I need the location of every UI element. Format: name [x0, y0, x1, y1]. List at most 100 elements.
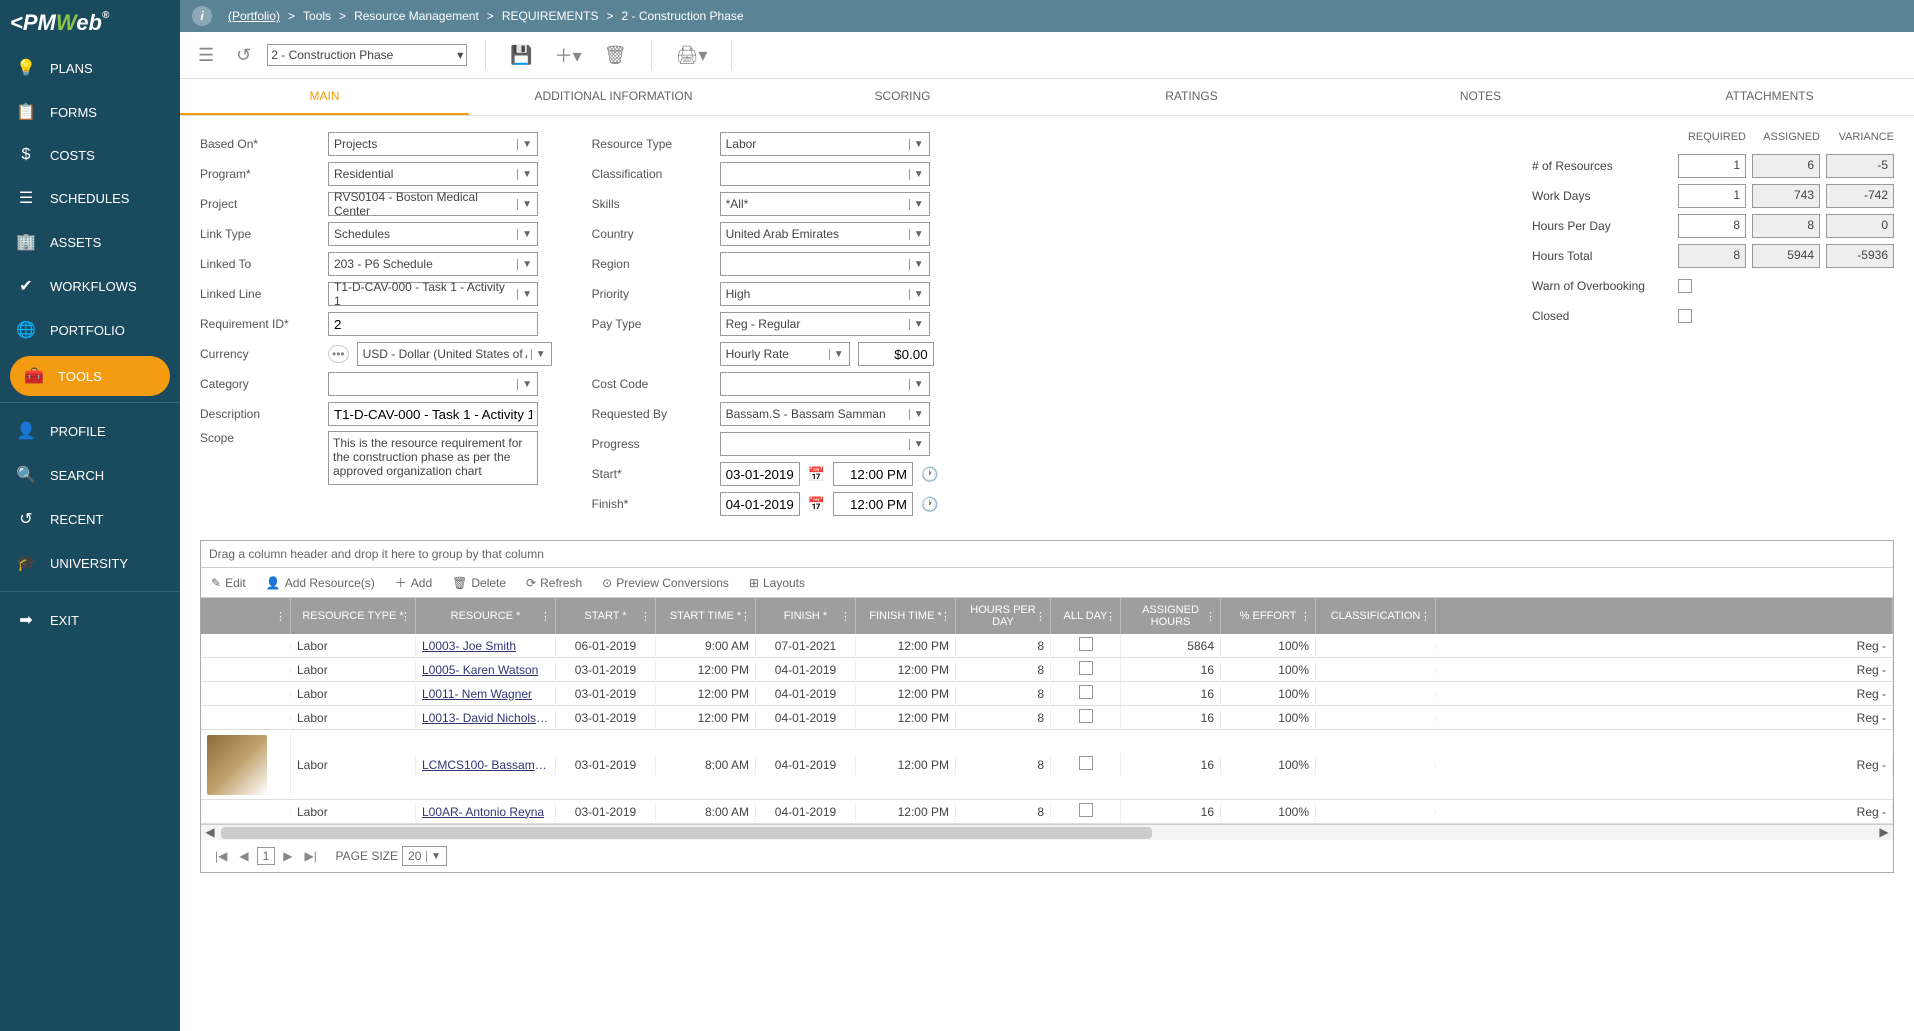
allday-checkbox[interactable] — [1079, 637, 1093, 651]
cell-resource-link[interactable]: L0005- Karen Watson — [416, 660, 556, 680]
project-select[interactable]: RVS0104 - Boston Medical Center▼ — [328, 192, 538, 216]
nav-tools[interactable]: 🧰TOOLS — [10, 356, 170, 396]
col-all-day[interactable]: ALL DAY⋮ — [1051, 598, 1121, 634]
nav-profile[interactable]: 👤PROFILE — [0, 409, 180, 453]
finish-date-input[interactable] — [720, 492, 800, 516]
calendar-icon[interactable]: 📅 — [808, 466, 825, 483]
col-finish[interactable]: FINISH *⋮ — [756, 598, 856, 634]
pager-prev[interactable]: ◀ — [235, 849, 252, 863]
nav-forms[interactable]: 📋FORMS — [0, 90, 180, 134]
col-resource-type[interactable]: RESOURCE TYPE *⋮ — [291, 598, 416, 634]
cell-resource-link[interactable]: L00AR- Antonio Reyna — [416, 802, 556, 822]
cell-resource-link[interactable]: L0003- Joe Smith — [416, 636, 556, 656]
resources-required[interactable]: 1 — [1678, 154, 1746, 178]
breadcrumb-resource-mgmt[interactable]: Resource Management — [354, 9, 479, 23]
skills-select[interactable]: *All*▼ — [720, 192, 930, 216]
nav-costs[interactable]: $COSTS — [0, 134, 180, 176]
nav-workflows[interactable]: ✔WORKFLOWS — [0, 264, 180, 308]
group-hint[interactable]: Drag a column header and drop it here to… — [201, 541, 1893, 568]
col-image[interactable]: ⋮ — [201, 598, 291, 634]
grid-preview-button[interactable]: ⊙Preview Conversions — [602, 574, 729, 591]
nav-schedules[interactable]: ☰SCHEDULES — [0, 176, 180, 220]
nav-plans[interactable]: 💡PLANS — [0, 46, 180, 90]
col-effort[interactable]: % EFFORT⋮ — [1221, 598, 1316, 634]
tab-attachments[interactable]: ATTACHMENTS — [1625, 79, 1914, 115]
currency-options-icon[interactable]: ••• — [328, 345, 349, 363]
cost-code-select[interactable]: ▼ — [720, 372, 930, 396]
scroll-left-icon[interactable]: ◀ — [201, 825, 219, 839]
rate-type-select[interactable]: Hourly Rate▼ — [720, 342, 850, 366]
allday-checkbox[interactable] — [1079, 803, 1093, 817]
req-id-input[interactable] — [328, 312, 538, 336]
table-row[interactable]: Labor L0003- Joe Smith 06-01-2019 9:00 A… — [201, 634, 1893, 658]
closed-checkbox[interactable] — [1678, 309, 1692, 323]
grid-add-button[interactable]: ＋Add — [395, 574, 432, 591]
tab-ratings[interactable]: RATINGS — [1047, 79, 1336, 115]
start-date-input[interactable] — [720, 462, 800, 486]
nav-university[interactable]: 🎓UNIVERSITY — [0, 541, 180, 585]
undo-icon[interactable]: ↺ — [230, 41, 257, 70]
col-classification[interactable]: CLASSIFICATION⋮ — [1316, 598, 1436, 634]
progress-select[interactable]: ▼ — [720, 432, 930, 456]
scroll-right-icon[interactable]: ▶ — [1875, 825, 1893, 839]
linked-to-select[interactable]: 203 - P6 Schedule▼ — [328, 252, 538, 276]
grid-add-resources-button[interactable]: 👤Add Resource(s) — [266, 574, 375, 591]
workdays-required[interactable]: 1 — [1678, 184, 1746, 208]
start-time-input[interactable] — [833, 462, 913, 486]
scroll-thumb[interactable] — [221, 827, 1152, 839]
delete-icon[interactable]: 🗑 — [598, 41, 633, 70]
tab-notes[interactable]: NOTES — [1336, 79, 1625, 115]
nav-recent[interactable]: ↺RECENT — [0, 497, 180, 541]
breadcrumb-root[interactable]: (Portfolio) — [228, 9, 280, 23]
grid-delete-button[interactable]: 🗑Delete — [452, 574, 506, 591]
pay-type-select[interactable]: Reg - Regular▼ — [720, 312, 930, 336]
nav-exit[interactable]: ➡EXIT — [0, 598, 180, 642]
allday-checkbox[interactable] — [1079, 661, 1093, 675]
list-icon[interactable]: ☰ — [192, 41, 220, 70]
cell-resource-link[interactable]: L0013- David Nicholson — [416, 708, 556, 728]
col-start[interactable]: START *⋮ — [556, 598, 656, 634]
resource-type-select[interactable]: Labor▼ — [720, 132, 930, 156]
description-input[interactable] — [328, 402, 538, 426]
horizontal-scrollbar[interactable]: ◀ ▶ — [201, 824, 1893, 840]
table-row[interactable]: Labor L0013- David Nicholson 03-01-2019 … — [201, 706, 1893, 730]
col-assigned-hours[interactable]: ASSIGNED HOURS⋮ — [1121, 598, 1221, 634]
table-row[interactable]: Labor LCMCS100- Bassam San 03-01-2019 8:… — [201, 730, 1893, 800]
col-extra[interactable] — [1436, 598, 1893, 634]
breadcrumb-requirements[interactable]: REQUIREMENTS — [502, 9, 599, 23]
add-icon[interactable]: ＋▾ — [549, 38, 588, 72]
classification-select[interactable]: ▼ — [720, 162, 930, 186]
pager-next[interactable]: ▶ — [279, 849, 296, 863]
priority-select[interactable]: High▼ — [720, 282, 930, 306]
based-on-select[interactable]: Projects▼ — [328, 132, 538, 156]
linked-line-select[interactable]: T1-D-CAV-000 - Task 1 - Activity 1▼ — [328, 282, 538, 306]
requested-by-select[interactable]: Bassam.S - Bassam Samman▼ — [720, 402, 930, 426]
col-resource[interactable]: RESOURCE *⋮ — [416, 598, 556, 634]
tab-additional[interactable]: ADDITIONAL INFORMATION — [469, 79, 758, 115]
nav-portfolio[interactable]: 🌐PORTFOLIO — [0, 308, 180, 352]
table-row[interactable]: Labor L0005- Karen Watson 03-01-2019 12:… — [201, 658, 1893, 682]
breadcrumb-tools[interactable]: Tools — [303, 9, 331, 23]
grid-layouts-button[interactable]: ⊞Layouts — [749, 574, 805, 591]
scope-textarea[interactable]: This is the resource requirement for the… — [328, 431, 538, 485]
phase-dropdown[interactable]: 2 - Construction Phase▾ — [267, 44, 467, 66]
cell-resource-link[interactable]: LCMCS100- Bassam San — [416, 755, 556, 775]
info-icon[interactable]: i — [192, 6, 212, 26]
finish-time-input[interactable] — [833, 492, 913, 516]
col-finish-time[interactable]: FINISH TIME *⋮ — [856, 598, 956, 634]
hpd-required[interactable]: 8 — [1678, 214, 1746, 238]
category-select[interactable]: ▼ — [328, 372, 538, 396]
cell-resource-link[interactable]: L0011- Nem Wagner — [416, 684, 556, 704]
rate-value-input[interactable] — [858, 342, 934, 366]
currency-select[interactable]: USD - Dollar (United States of Ameri▼ — [357, 342, 552, 366]
col-hours-per-day[interactable]: HOURS PER DAY⋮ — [956, 598, 1051, 634]
grid-refresh-button[interactable]: ⟳Refresh — [526, 574, 582, 591]
program-select[interactable]: Residential▼ — [328, 162, 538, 186]
link-type-select[interactable]: Schedules▼ — [328, 222, 538, 246]
col-start-time[interactable]: START TIME *⋮ — [656, 598, 756, 634]
pager-first[interactable]: |◀ — [211, 849, 231, 863]
save-icon[interactable]: 💾 — [504, 41, 538, 70]
nav-search[interactable]: 🔍SEARCH — [0, 453, 180, 497]
table-row[interactable]: Labor L0011- Nem Wagner 03-01-2019 12:00… — [201, 682, 1893, 706]
allday-checkbox[interactable] — [1079, 685, 1093, 699]
